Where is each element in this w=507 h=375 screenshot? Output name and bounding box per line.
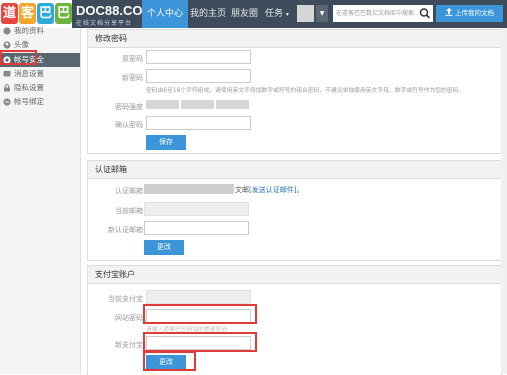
logo-char-1: 道 (1, 3, 18, 24)
change-email-button[interactable]: 更改 (144, 240, 184, 255)
new-alipay-label: 新支付宝 (115, 341, 143, 349)
original-password-input[interactable] (146, 50, 251, 64)
confirm-password-label: 确认密码 (115, 121, 143, 129)
confirm-password-input[interactable] (146, 116, 251, 130)
new-password-input[interactable] (146, 69, 251, 83)
sidebar-item-label: 帐号绑定 (14, 97, 44, 106)
panel-title: 支付宝账户 (88, 266, 501, 284)
user-icon (3, 27, 11, 35)
chevron-down-icon: ▾ (285, 11, 289, 18)
nav-personal-center[interactable]: 个人中心 (142, 0, 189, 28)
password-strength-label: 密码强度 (115, 103, 143, 111)
sidebar-item-label: 消息设置 (14, 69, 44, 78)
nav-label: 我的主页 (190, 9, 227, 19)
strength-bar-weak (146, 100, 179, 109)
new-password-label: 新密码 (122, 74, 143, 82)
sidebar-item-label: 隐私设置 (14, 83, 44, 92)
new-email-input[interactable] (144, 221, 249, 235)
sidebar-item-privacy-settings[interactable]: 隐私设置 (0, 81, 80, 95)
nav-tasks[interactable]: 任务 ▾ (260, 0, 294, 28)
message-icon (3, 71, 11, 77)
logo-char-4: 巴 (55, 3, 72, 24)
resend-verification-link[interactable]: [发送认证邮件] (249, 186, 296, 194)
strength-bar-medium (181, 100, 214, 109)
sidebar-item-account-binding[interactable]: 帐号绑定 (0, 95, 80, 109)
nav-label: 朋友圈 (231, 9, 259, 19)
account-dropdown-button[interactable]: ▼ (316, 5, 328, 22)
avatar[interactable] (297, 5, 314, 22)
strength-bar-strong (216, 100, 249, 109)
panel-title: 认证邮箱 (88, 161, 501, 179)
password-rule-hint: 密码由6至16个字符组成，请使用英文字母加数字或符号的组合密码，不建议单独使用英… (146, 88, 465, 94)
new-email-label: 新认证邮箱 (108, 226, 143, 234)
logo-char-3: 巴 (37, 3, 54, 24)
sidebar-item-profile[interactable]: 我的资料 (0, 24, 80, 38)
current-email-field (144, 202, 249, 216)
logo-char-2: 客 (19, 3, 36, 24)
avatar-icon (3, 41, 11, 49)
nav-label: 任务 (265, 9, 284, 19)
panel-title: 修改密码 (88, 30, 501, 48)
lock-icon (4, 84, 10, 92)
current-email-label: 当前邮箱 (115, 207, 143, 215)
search-icon (419, 8, 431, 19)
upload-label: 上传我的文档 (455, 9, 495, 17)
redacted-email (144, 184, 234, 194)
change-password-panel: 修改密码 原密码 新密码 密码由6至16个字符组成，请使用英文字母加数字或符号的… (87, 29, 502, 154)
highlight-box-new-alipay (143, 332, 257, 352)
sidebar: 我的资料 头像 帐号安全 消息设置 隐私设置 帐号绑定 (0, 26, 81, 374)
auth-email-panel: 认证邮箱 认证邮箱 文邮[发送认证邮件]。 当前邮箱 新认证邮箱 更改 (87, 160, 502, 261)
current-alipay-field (146, 290, 251, 304)
site-password-label: 网站密码 (115, 314, 143, 322)
highlight-box-site-password (143, 304, 257, 324)
upload-document-button[interactable]: 上传我的文档 (436, 5, 503, 22)
highlight-box-change-button (143, 351, 196, 371)
auth-email-label: 认证邮箱 (115, 187, 143, 195)
highlight-box-sidebar (0, 50, 37, 65)
nav-my-homepage[interactable]: 我的主页 (185, 0, 231, 28)
current-alipay-label: 当前支付宝 (108, 295, 143, 303)
auth-email-status: 文邮[发送认证邮件]。 (235, 186, 304, 194)
auth-email-suffix: 文邮 (235, 186, 249, 194)
original-password-label: 原密码 (122, 55, 143, 63)
nav-label: 个人中心 (147, 9, 184, 19)
save-password-button[interactable]: 保存 (146, 135, 186, 150)
sidebar-item-message-settings[interactable]: 消息设置 (0, 67, 80, 81)
link-icon (3, 98, 11, 106)
chevron-down-icon: ▼ (319, 10, 325, 17)
upload-icon (445, 8, 453, 16)
nav-friends[interactable]: 朋友圈 (226, 0, 263, 28)
sidebar-item-label: 我的资料 (14, 26, 44, 35)
scrollbar[interactable] (501, 28, 507, 374)
search-button[interactable] (417, 5, 433, 22)
